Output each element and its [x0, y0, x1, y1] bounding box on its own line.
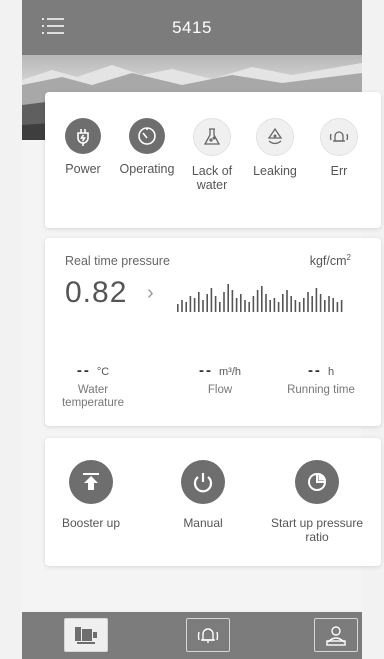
- running-time-value: --: [307, 362, 322, 379]
- running-time-label: Running time: [287, 384, 355, 396]
- status-label: Power: [65, 162, 101, 176]
- pressure-unit-base: kgf/cm: [309, 254, 347, 269]
- status-leaking: Leaking: [243, 118, 307, 178]
- alarm-bell-icon: [320, 118, 358, 156]
- metric-water-temperature: -- °C Water temperature: [53, 362, 133, 410]
- startup-pressure-ratio-label: Start up pressure ratio: [270, 516, 364, 544]
- water-temp-unit: °C: [96, 366, 110, 378]
- status-label: Lack of water: [191, 164, 233, 192]
- status-label: Leaking: [253, 164, 297, 178]
- status-label: Err: [330, 164, 348, 178]
- pressure-card: Real time pressure kgf/cm2 0.82 › -- °C W…: [45, 238, 381, 426]
- pressure-detail-arrow[interactable]: ›: [147, 282, 154, 305]
- power-button-icon: [181, 460, 225, 504]
- flow-value: --: [199, 362, 213, 379]
- bottom-nav: [22, 612, 362, 659]
- action-card: Booster up Manual Start up pressure rati…: [45, 438, 381, 566]
- status-operating: Operating: [115, 118, 179, 176]
- pump-icon: [75, 627, 97, 644]
- running-time-unit: h: [327, 366, 335, 378]
- metric-running-time: -- h Running time: [281, 362, 361, 397]
- page-title: 5415: [172, 18, 212, 37]
- tab-profile[interactable]: [314, 618, 358, 652]
- flow-label: Flow: [207, 384, 233, 396]
- flow-unit: m³/h: [219, 366, 241, 378]
- tab-alarm[interactable]: [186, 618, 230, 652]
- bell-icon: [197, 628, 219, 643]
- status-card: Power Operating Lack of water Leaking Er…: [45, 92, 381, 228]
- startup-pressure-ratio-button[interactable]: Start up pressure ratio: [267, 460, 367, 544]
- metric-flow: -- m³/h Flow: [175, 362, 265, 397]
- pie-chart-icon: [295, 460, 339, 504]
- manual-button[interactable]: Manual: [153, 460, 253, 530]
- water-temp-label: Water temperature: [61, 384, 124, 409]
- leaking-drop-icon: [256, 118, 294, 156]
- water-temp-value: --: [76, 362, 91, 379]
- operating-clock-icon: [129, 118, 165, 154]
- manual-label: Manual: [183, 516, 223, 530]
- pressure-unit: kgf/cm2: [310, 253, 351, 268]
- booster-up-button[interactable]: Booster up: [41, 460, 141, 530]
- flask-icon: [193, 118, 231, 156]
- status-power: Power: [51, 118, 115, 176]
- pressure-value: 0.82: [65, 276, 128, 309]
- header-bar: 5415: [22, 0, 362, 55]
- status-label: Operating: [119, 162, 175, 176]
- user-profile-icon: [326, 626, 346, 646]
- realtime-pressure-label: Real time pressure: [65, 254, 170, 268]
- pressure-waveform: [177, 284, 343, 312]
- power-plug-icon: [65, 118, 101, 154]
- booster-up-label: Booster up: [61, 516, 121, 530]
- booster-up-icon: [69, 460, 113, 504]
- pressure-unit-sup: 2: [346, 253, 351, 262]
- tab-pump[interactable]: [64, 618, 108, 652]
- status-err: Err: [307, 118, 371, 178]
- status-lack-of-water: Lack of water: [180, 118, 244, 192]
